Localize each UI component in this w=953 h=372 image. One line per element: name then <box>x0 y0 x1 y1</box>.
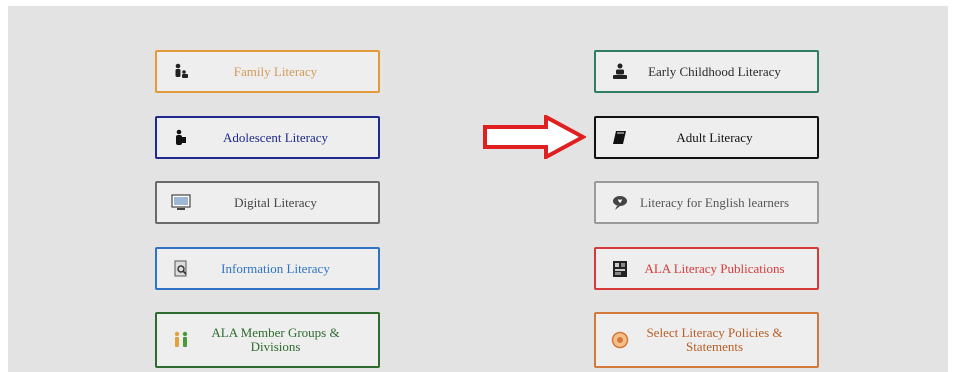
ala-literacy-publications-button[interactable]: ALA Literacy Publications <box>594 247 819 290</box>
speech-heart-icon <box>610 193 630 213</box>
ala-literacy-publications-label: ALA Literacy Publications <box>644 260 785 276</box>
right-arrow-icon <box>483 115 586 159</box>
family-icon <box>171 62 191 82</box>
document-search-icon <box>171 259 191 279</box>
publication-icon <box>610 259 630 279</box>
adolescent-literacy-button[interactable]: Adolescent Literacy <box>155 116 380 159</box>
badge-icon <box>610 330 630 350</box>
people-icon <box>171 330 191 350</box>
adolescent-literacy-label: Adolescent Literacy <box>222 129 329 145</box>
family-literacy-button[interactable]: Family Literacy <box>155 50 380 93</box>
adolescent-icon <box>171 128 191 148</box>
early-childhood-literacy-label: Early Childhood Literacy <box>648 63 781 79</box>
literacy-policies-label: Select Literacy Policies & Statements <box>646 325 783 354</box>
literacy-policies-button[interactable]: Select Literacy Policies & Statements <box>594 312 819 368</box>
ala-member-groups-label: ALA Member Groups & Divisions <box>211 325 340 354</box>
english-learners-literacy-label: Literacy for English learners <box>639 194 790 210</box>
adult-literacy-button[interactable]: Adult Literacy <box>594 116 819 159</box>
ala-member-groups-button[interactable]: ALA Member Groups & Divisions <box>155 312 380 368</box>
arrow-shape <box>483 115 586 159</box>
information-literacy-button[interactable]: Information Literacy <box>155 247 380 290</box>
early-childhood-literacy-button[interactable]: Early Childhood Literacy <box>594 50 819 93</box>
digital-literacy-button[interactable]: Digital Literacy <box>155 181 380 224</box>
early-childhood-icon <box>610 62 630 82</box>
monitor-icon <box>171 193 191 213</box>
information-literacy-label: Information Literacy <box>221 260 330 276</box>
family-literacy-label: Family Literacy <box>233 63 318 79</box>
english-learners-literacy-button[interactable]: Literacy for English learners <box>594 181 819 224</box>
adult-literacy-label: Adult Literacy <box>676 129 753 145</box>
book-icon <box>610 128 630 148</box>
digital-literacy-label: Digital Literacy <box>234 194 317 210</box>
